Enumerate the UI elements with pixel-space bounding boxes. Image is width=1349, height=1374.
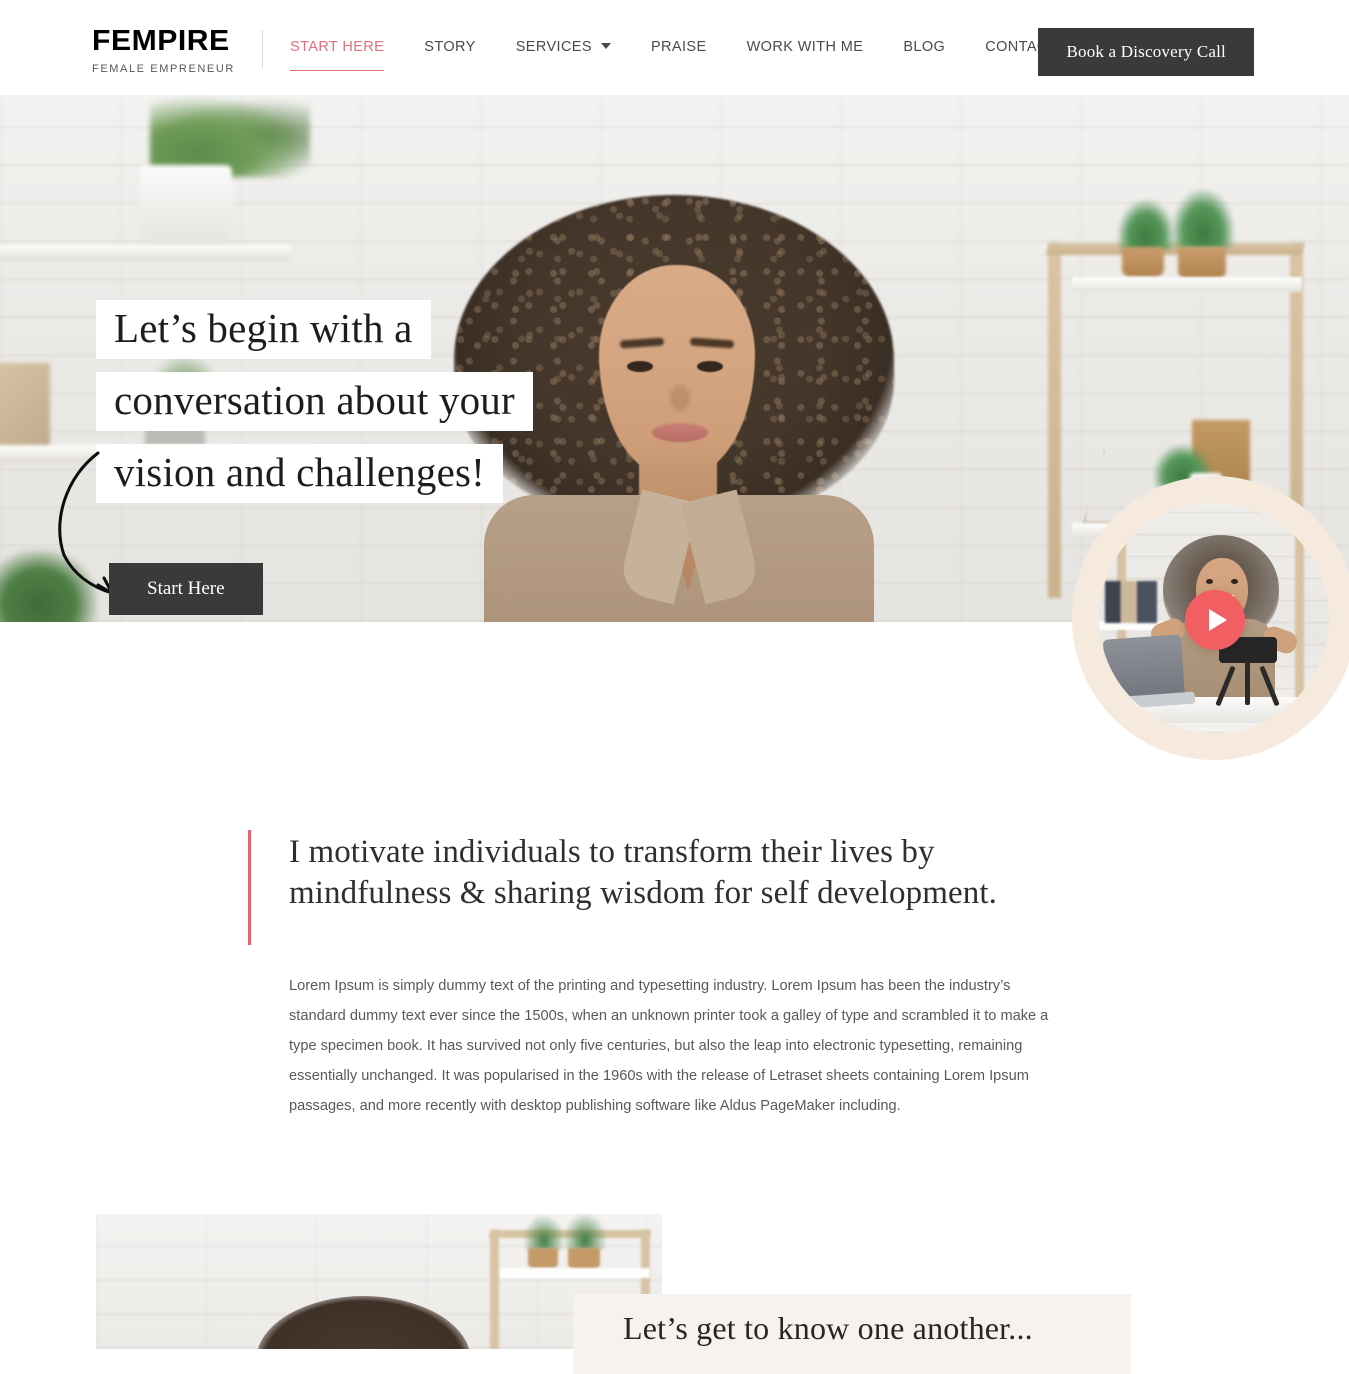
hero-heading-line-1: Let’s begin with a — [96, 300, 431, 359]
nav-item-praise[interactable]: PRAISE — [631, 0, 727, 95]
nav-label: BLOG — [903, 39, 946, 55]
nav-label: STORY — [424, 39, 476, 55]
nav-item-blog[interactable]: BLOG — [883, 0, 965, 95]
accent-bar — [248, 830, 251, 945]
play-icon[interactable] — [1185, 590, 1245, 650]
section-paragraph: Lorem Ipsum is simply dummy text of the … — [289, 978, 1049, 1115]
nav-label: WORK WITH ME — [746, 39, 864, 55]
nav-item-work-with-me[interactable]: WORK WITH ME — [727, 0, 884, 95]
get-to-know-banner: Let’s get to know one another... — [573, 1294, 1131, 1374]
nav-label: PRAISE — [650, 39, 707, 55]
chevron-down-icon[interactable] — [600, 43, 611, 49]
get-to-know-title: Let’s get to know one another... — [623, 1310, 1033, 1346]
nav-item-start-here[interactable]: START HERE — [290, 0, 404, 95]
active-underline — [290, 69, 385, 71]
nav-item-story[interactable]: STORY — [404, 0, 495, 95]
main-navigation: START HERE STORY SERVICES PRAISE WORK WI… — [290, 0, 1077, 95]
nav-item-services[interactable]: SERVICES — [496, 0, 631, 95]
section-heading: I motivate individuals to transform thei… — [289, 834, 997, 911]
site-header: FEMPIRE FEMALE EMPRENEUR START HERE STOR… — [0, 0, 1349, 95]
nav-label: START HERE — [290, 39, 385, 55]
start-here-button[interactable]: Start Here — [109, 563, 263, 615]
hero-heading-line-2: conversation about your — [96, 372, 533, 431]
logo-title: FEMPIRE — [92, 25, 230, 57]
header-divider — [262, 30, 263, 68]
nav-label: SERVICES — [515, 39, 592, 55]
book-discovery-call-button[interactable]: Book a Discovery Call — [1038, 28, 1254, 76]
play-triangle — [1208, 609, 1227, 631]
logo-tagline: FEMALE EMPRENEUR — [92, 63, 235, 75]
logo[interactable]: FEMPIRE FEMALE EMPRENEUR — [92, 27, 242, 76]
